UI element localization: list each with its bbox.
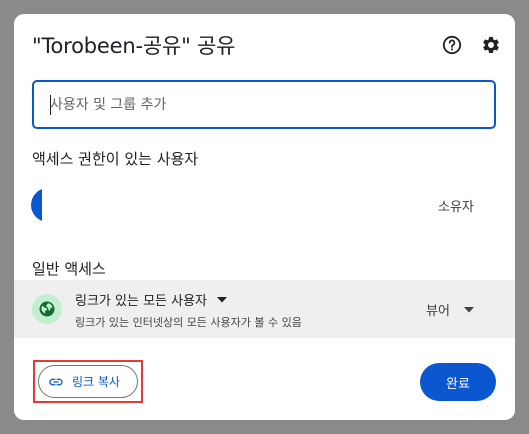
- copy-link-button[interactable]: 링크 복사: [38, 365, 138, 398]
- people-with-access-heading: 액세스 권한이 있는 사용자: [32, 150, 199, 168]
- general-access-option: 링크가 있는 모든 사용자: [75, 294, 207, 309]
- add-people-field: [32, 80, 496, 129]
- copy-link-label: 링크 복사: [72, 375, 120, 389]
- owner-role-label: 소유자: [438, 200, 474, 215]
- globe-icon: [32, 294, 62, 324]
- help-circle-icon[interactable]: [441, 34, 463, 56]
- chevron-down-icon: [463, 302, 474, 317]
- add-people-input[interactable]: [34, 82, 494, 127]
- copy-link-highlight: 링크 복사: [33, 360, 143, 403]
- chevron-down-icon: [217, 292, 227, 307]
- general-access-heading: 일반 액세스: [32, 260, 106, 278]
- owner-row: 소유자: [14, 184, 515, 224]
- text-caret: [50, 95, 51, 115]
- avatar: [31, 188, 59, 222]
- share-dialog: "Torobeen-공유" 공유 액세스 권한이 있는 사용자 소유자 일반 액…: [14, 14, 515, 420]
- general-access-description: 링크가 있는 인터넷상의 모든 사용자가 볼 수 있음: [75, 316, 302, 329]
- general-access-dropdown[interactable]: 링크가 있는 모든 사용자: [75, 290, 227, 309]
- general-access-row: 링크가 있는 모든 사용자 링크가 있는 인터넷상의 모든 사용자가 볼 수 있…: [14, 280, 515, 338]
- gear-icon[interactable]: [480, 34, 502, 56]
- dialog-title: "Torobeen-공유" 공유: [32, 34, 236, 58]
- link-icon: [48, 372, 64, 391]
- role-value: 뷰어: [426, 304, 450, 319]
- role-dropdown[interactable]: 뷰어: [426, 300, 474, 319]
- done-button[interactable]: 완료: [420, 363, 496, 401]
